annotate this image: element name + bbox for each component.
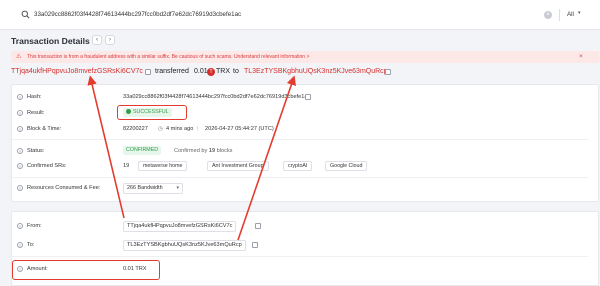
block-number-link[interactable]: 82200227 <box>123 126 148 132</box>
copy-icon[interactable] <box>255 223 261 229</box>
sr-item[interactable]: Ant Investment Group <box>207 161 269 171</box>
warning-icon: ⚠ <box>16 54 22 60</box>
help-icon[interactable]: ? <box>17 223 23 229</box>
to-address[interactable]: TL3EzTYSBKgbhuUQsK3nz5KJve63mQuRcp <box>123 240 246 251</box>
from-label: From: <box>27 223 42 229</box>
section-divider <box>8 139 588 140</box>
time-ago: 4 mins ago <box>166 126 194 132</box>
chevron-down-icon: ▾ <box>578 10 581 16</box>
copy-icon[interactable] <box>145 69 151 75</box>
block-timestamp: 2026-04-27 05:44:27 (UTC) <box>205 126 274 132</box>
to-label: To: <box>27 242 35 248</box>
sr-item[interactable]: metaverse home <box>138 161 188 171</box>
copy-icon[interactable] <box>385 69 391 75</box>
page-title: Transaction Details <box>11 36 90 46</box>
copy-icon[interactable] <box>305 94 311 100</box>
prev-transaction-button[interactable]: ‹ <box>92 35 102 45</box>
summary-from-address[interactable]: TTjqa4ukfHPqpvuJo8mvefzGSRsKi6CV7c <box>11 68 143 75</box>
result-highlight <box>117 105 187 120</box>
help-icon[interactable]: ? <box>17 126 23 132</box>
next-transaction-button[interactable]: › <box>105 35 115 45</box>
clear-search-icon[interactable]: × <box>544 11 552 19</box>
search-scope-select[interactable]: All <box>567 11 574 18</box>
section-divider <box>8 256 588 257</box>
help-icon[interactable]: ? <box>17 148 23 154</box>
resources-label: Resources Consumed & Fee: <box>27 185 101 191</box>
help-icon[interactable]: ? <box>17 163 23 169</box>
block-time-label: Block & Time: <box>27 126 62 132</box>
status-badge: CONFIRMED <box>123 146 162 155</box>
sr-item[interactable]: cryptoAI <box>283 161 313 171</box>
search-divider <box>559 9 560 21</box>
summary-amount: 0.01 <box>194 68 208 75</box>
hash-value[interactable]: 33a029cc8862f03f4428f74613444bc297fcc0bd… <box>123 94 310 100</box>
chevron-down-icon: ▾ <box>176 185 179 191</box>
summary-to-word: to <box>233 68 239 75</box>
help-icon[interactable]: ? <box>17 185 23 191</box>
hash-label: Hash: <box>27 94 42 100</box>
help-icon[interactable]: ? <box>17 94 23 100</box>
confirmed-srs-label: Confirmed SRs: <box>27 163 67 169</box>
result-label: Result: <box>27 110 45 116</box>
close-icon[interactable]: × <box>579 53 583 60</box>
warning-text[interactable]: This transaction is from a fraudulent ad… <box>27 54 309 60</box>
summary-verb: transferred <box>155 68 189 75</box>
help-icon[interactable]: ? <box>17 110 23 116</box>
sr-item[interactable]: Google Cloud <box>325 161 368 171</box>
summary-token[interactable]: TRX <box>216 68 230 75</box>
scam-warning-banner: ⚠ This transaction is from a fraudulent … <box>11 51 599 63</box>
confirmed-srs-count: 19 <box>123 163 130 169</box>
resources-dropdown[interactable]: 266 Bandwidth ▾ <box>123 183 183 194</box>
search-input[interactable]: 33a029cc8862f03f4428f74613444bc297fcc0bd… <box>34 11 241 18</box>
search-icon <box>21 10 30 19</box>
summary-to-address[interactable]: TL3EzTYSBKgbhuUQsK3nz5KJve63mQuRcp <box>244 68 388 75</box>
amount-highlight <box>12 260 160 280</box>
trx-token-icon: T <box>207 68 215 76</box>
status-label: Status: <box>27 148 45 154</box>
clock-icon: ◷ <box>158 126 163 132</box>
copy-icon[interactable] <box>252 242 258 248</box>
separator: | <box>197 126 199 132</box>
search-bar: 33a029cc8862f03f4428f74613444bc297fcc0bd… <box>0 0 600 30</box>
help-icon[interactable]: ? <box>17 242 23 248</box>
section-divider <box>8 177 588 178</box>
confirmed-by-text: Confirmed by 19 blocks <box>174 148 233 154</box>
from-address[interactable]: TTjqa4ukfHPqpvuJo8mvefzGSRsKi6CV7c <box>123 221 237 232</box>
